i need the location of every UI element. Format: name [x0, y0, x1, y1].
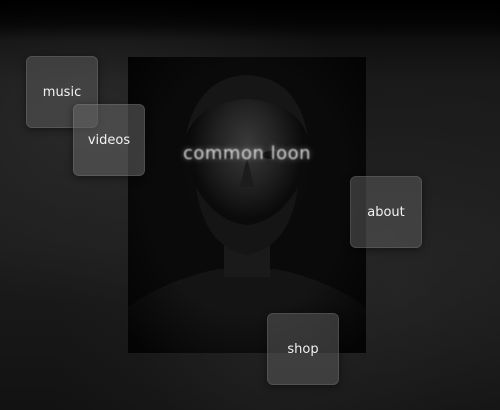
- site-title: common loon: [182, 143, 312, 164]
- nav-about-label: about: [367, 204, 405, 220]
- nav-music-label: music: [42, 84, 82, 100]
- nav-about-button[interactable]: about: [350, 176, 422, 248]
- nav-videos-label: videos: [87, 132, 131, 148]
- artist-portrait: [128, 57, 366, 353]
- nav-shop-button[interactable]: shop: [267, 313, 339, 385]
- top-shadow-band: [0, 0, 500, 40]
- portrait-image: [128, 57, 366, 353]
- nav-videos-button[interactable]: videos: [73, 104, 145, 176]
- page: common loon music videos about shop: [0, 0, 500, 410]
- nav-shop-label: shop: [287, 341, 319, 357]
